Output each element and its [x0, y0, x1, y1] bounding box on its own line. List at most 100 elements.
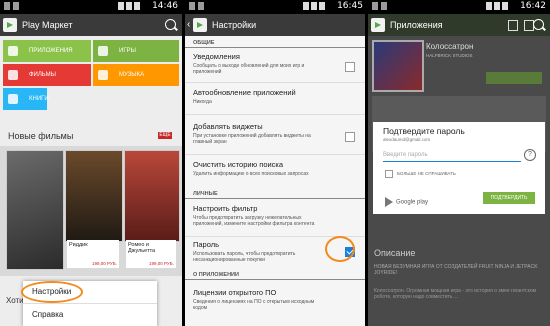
app-bar: Play Маркет: [0, 14, 182, 36]
signal-battery-icon: [301, 2, 333, 11]
notification-icons: [372, 2, 390, 12]
status-bar: 14:46: [0, 0, 182, 14]
truncated-section-title: Хоти: [6, 296, 24, 305]
settings-list: ОБЩИЕ Уведомления Сообщать о выходе обно…: [185, 36, 367, 326]
tile-label: МУЗЫКА: [119, 72, 145, 78]
divider: [185, 82, 367, 83]
play-store-logo-icon[interactable]: [3, 18, 17, 32]
divider: [185, 114, 367, 115]
tile-music[interactable]: МУЗЫКА: [93, 64, 179, 86]
music-icon: [98, 70, 108, 80]
back-chevron-icon[interactable]: ‹: [187, 19, 190, 30]
app-title: Play Маркет: [22, 20, 73, 30]
setting-title: Автообновление приложений: [193, 88, 296, 97]
setting-clear-history[interactable]: Очистить историю поиска Удалить информац…: [193, 160, 357, 177]
password-dialog-screen: 16:42 Приложения Колоссатрон HALFBRICK S…: [368, 0, 550, 326]
movie-poster-riddick[interactable]: [65, 150, 123, 242]
setting-title: Настроить фильтр: [193, 204, 258, 213]
google-play-logo: Google play: [385, 197, 428, 207]
password-input[interactable]: Введите пароль: [383, 149, 521, 162]
tile-books[interactable]: КНИГИ: [3, 88, 49, 110]
dialog-title: Подтвердите пароль: [383, 126, 465, 136]
highlight-circle: [325, 236, 355, 262]
tile-apps[interactable]: ПРИЛОЖЕНИЯ: [3, 40, 91, 62]
notification-icons: [189, 2, 207, 12]
section-header-personal: ЛИЧНЫЕ: [193, 191, 218, 197]
description-header: Описание: [374, 248, 416, 258]
app-icon: [372, 40, 424, 92]
app-title: Настройки: [212, 20, 257, 30]
setting-title: Добавлять виджеты: [193, 122, 263, 131]
movie-poster-large[interactable]: [6, 150, 64, 270]
section-title-new-movies: Новые фильмы: [8, 131, 74, 141]
play-store-logo-icon[interactable]: [371, 18, 385, 32]
setting-content-filter[interactable]: Настроить фильтр Чтобы предотвратить заг…: [193, 204, 357, 227]
app-title: Приложения: [390, 20, 443, 30]
books-icon: [8, 94, 18, 104]
search-icon[interactable]: [533, 19, 544, 30]
movie-card-info: Ромео и Джульетта 199,00 РУБ.: [126, 240, 176, 268]
share-icon[interactable]: [508, 20, 518, 31]
tile-label: КНИГИ: [29, 96, 49, 102]
setting-description: Сведения о лицензиях на ПО с открытым ис…: [193, 299, 315, 311]
menu-item-help[interactable]: Справка: [23, 304, 157, 326]
app-bar: Приложения: [368, 14, 550, 36]
setting-add-widgets[interactable]: Добавлять виджеты При установке приложен…: [193, 122, 357, 145]
movie-price: 199,00 РУБ.: [92, 261, 117, 266]
play-store-logo-icon: [193, 18, 207, 32]
setting-description: Никогда: [193, 99, 212, 105]
status-bar: 16:45: [185, 0, 367, 14]
signal-battery-icon: [116, 2, 148, 11]
setting-title: Уведомления: [193, 52, 240, 61]
dont-ask-checkbox[interactable]: [385, 170, 393, 178]
setting-description: Сообщать о выходе обновлений для моих иг…: [193, 63, 305, 75]
tile-games[interactable]: ИГРЫ: [93, 40, 179, 62]
highlight-circle: [21, 281, 83, 303]
setting-notifications[interactable]: Уведомления Сообщать о выходе обновлений…: [193, 52, 357, 75]
setting-description: При установке приложений добавлять видже…: [193, 133, 311, 145]
notification-icons: [4, 2, 22, 12]
apps-icon: [8, 46, 18, 56]
movie-title: Ромео и Джульетта: [128, 242, 156, 254]
help-icon[interactable]: ?: [524, 149, 536, 161]
setting-title: Очистить историю поиска: [193, 160, 284, 169]
section-underline: [185, 47, 367, 48]
tile-label: ПРИЛОЖЕНИЯ: [29, 48, 73, 54]
settings-screen: 16:45 ‹ Настройки ОБЩИЕ Уведомления Сооб…: [185, 0, 367, 326]
google-play-text: Google play: [396, 199, 429, 206]
app-bar: ‹ Настройки: [185, 14, 367, 36]
divider: [185, 154, 367, 155]
screens-composite: 14:46 Play Маркет ПРИЛОЖЕНИЯ ИГРЫ ФИЛЬМЫ…: [0, 0, 550, 326]
status-time: 16:42: [520, 1, 546, 11]
install-button[interactable]: [486, 72, 542, 84]
setting-open-source-licenses[interactable]: Лицензии открытого ПО Сведения о лицензи…: [193, 288, 357, 311]
tile-movies[interactable]: ФИЛЬМЫ: [3, 64, 91, 86]
setting-title: Лицензии открытого ПО: [193, 288, 277, 297]
movie-title: Риддик: [69, 242, 88, 248]
setting-description: Чтобы предотвратить загрузку нежелательн…: [193, 215, 315, 227]
section-header-about: О ПРИЛОЖЕНИИ: [193, 272, 239, 278]
developer-name: HALFBRICK STUDIOS: [426, 53, 473, 58]
setting-auto-update[interactable]: Автообновление приложений Никогда: [193, 88, 357, 105]
account-email: alexdaumd@gmail.com: [383, 137, 431, 142]
status-time: 14:46: [152, 1, 178, 11]
section-underline: [185, 198, 367, 199]
status-time: 16:45: [337, 1, 363, 11]
movie-poster-romeo[interactable]: [124, 150, 180, 242]
movie-card-info: Риддик 199,00 РУБ.: [67, 240, 119, 268]
setting-description: Удалить информацию о всех поисковых запр…: [193, 171, 309, 177]
search-icon[interactable]: [165, 19, 176, 30]
tile-label: ИГРЫ: [119, 48, 136, 54]
more-badge[interactable]: ЕЩЕ: [158, 132, 172, 139]
confirm-button[interactable]: ПОДТВЕРДИТЬ: [483, 192, 535, 204]
notifications-checkbox[interactable]: [345, 62, 355, 72]
app-name: Колоссатрон: [426, 42, 474, 51]
setting-description: Использовать пароль, чтобы предотвратить…: [193, 251, 296, 263]
description-text: НОВАЯ БЕЗУМНАЯ ИГРА ОТ СОЗДАТЕЛЕЙ FRUIT …: [374, 264, 538, 276]
widgets-checkbox[interactable]: [345, 132, 355, 142]
movie-price: 199,00 РУБ.: [149, 261, 174, 266]
tile-label: ФИЛЬМЫ: [29, 72, 56, 78]
section-underline: [185, 279, 367, 280]
section-header-general: ОБЩИЕ: [193, 40, 215, 46]
description-text-more: Колоссатрон. Огромная мощная игра - это …: [374, 288, 537, 300]
